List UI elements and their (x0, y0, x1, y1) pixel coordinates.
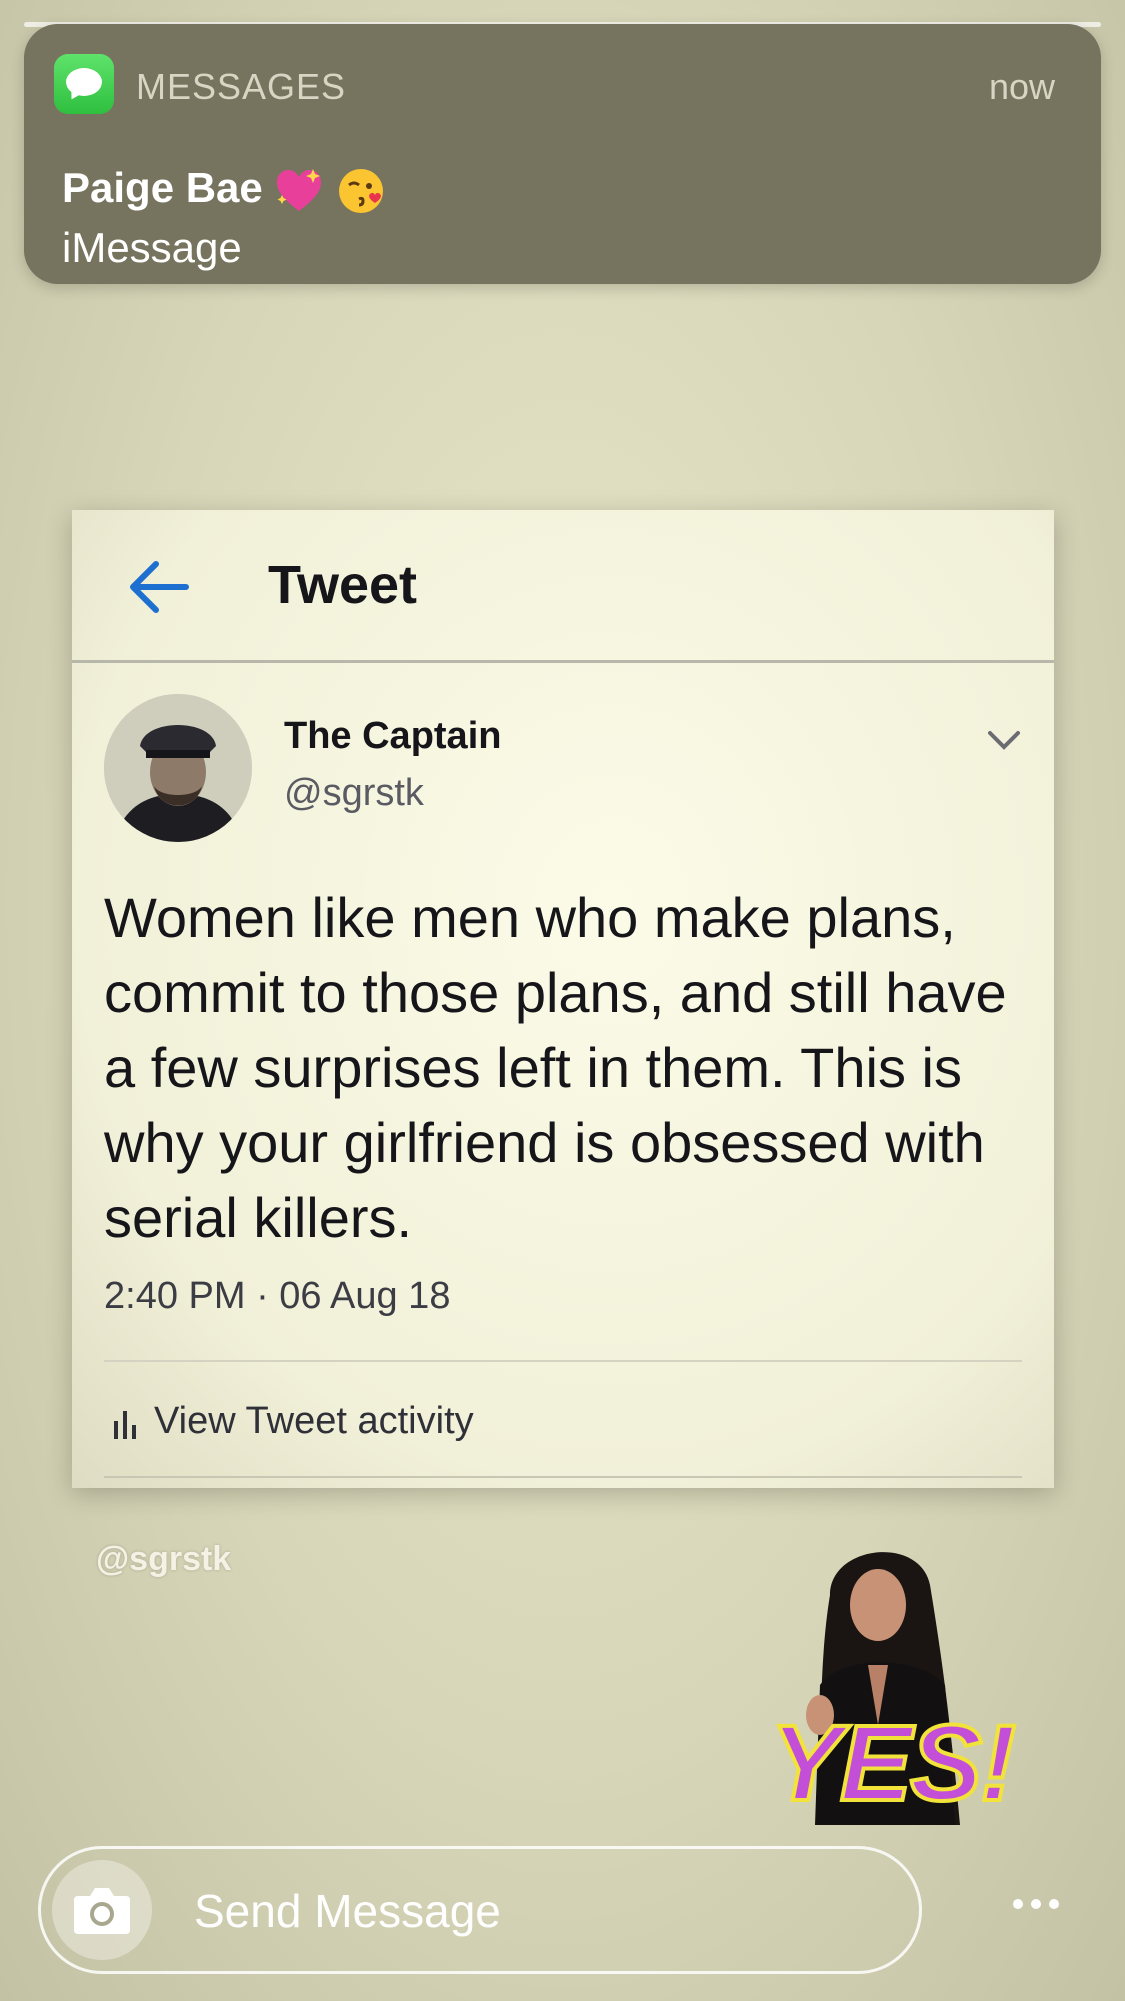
notification-sender: Paige Bae (62, 164, 387, 217)
messages-app-icon (54, 54, 114, 114)
message-notification[interactable]: MESSAGES now Paige Bae iMessage (24, 24, 1101, 284)
kissing-face-icon (335, 165, 387, 217)
send-message-placeholder[interactable]: Send Message (194, 1884, 501, 1938)
camera-icon (74, 1888, 130, 1934)
bar-chart-icon (114, 1410, 136, 1439)
watermark-handle: @sgrstk (96, 1540, 232, 1578)
author-handle: @sgrstk (284, 772, 424, 814)
divider (104, 1476, 1022, 1478)
yes-sticker-text: YES! (768, 1700, 1018, 1825)
activity-label: View Tweet activity (154, 1400, 474, 1442)
notification-app-name: MESSAGES (136, 66, 347, 107)
sender-name: Paige Bae (62, 164, 263, 211)
tweet-timestamp: 2:40 PM · 06 Aug 18 (104, 1275, 451, 1317)
sparkling-heart-icon (273, 165, 325, 217)
tweet-body: Women like men who make plans, commit to… (104, 886, 1007, 1249)
notification-time: now (988, 66, 1055, 107)
tweet-header: Tweet (72, 510, 1054, 663)
notification-preview: iMessage (62, 224, 242, 271)
tweet-screenshot-card: Tweet The Captain @sgrstk Women like men… (72, 510, 1054, 1488)
author-name: The Captain (284, 715, 502, 757)
camera-button[interactable] (52, 1860, 152, 1960)
chevron-down-icon (988, 731, 1020, 750)
avatar (104, 694, 252, 842)
view-tweet-activity: View Tweet activity (112, 1400, 474, 1443)
divider (104, 1360, 1022, 1362)
tweet-title: Tweet (268, 555, 418, 615)
more-dots-icon[interactable] (1010, 1894, 1062, 1914)
back-arrow-icon (130, 561, 189, 613)
